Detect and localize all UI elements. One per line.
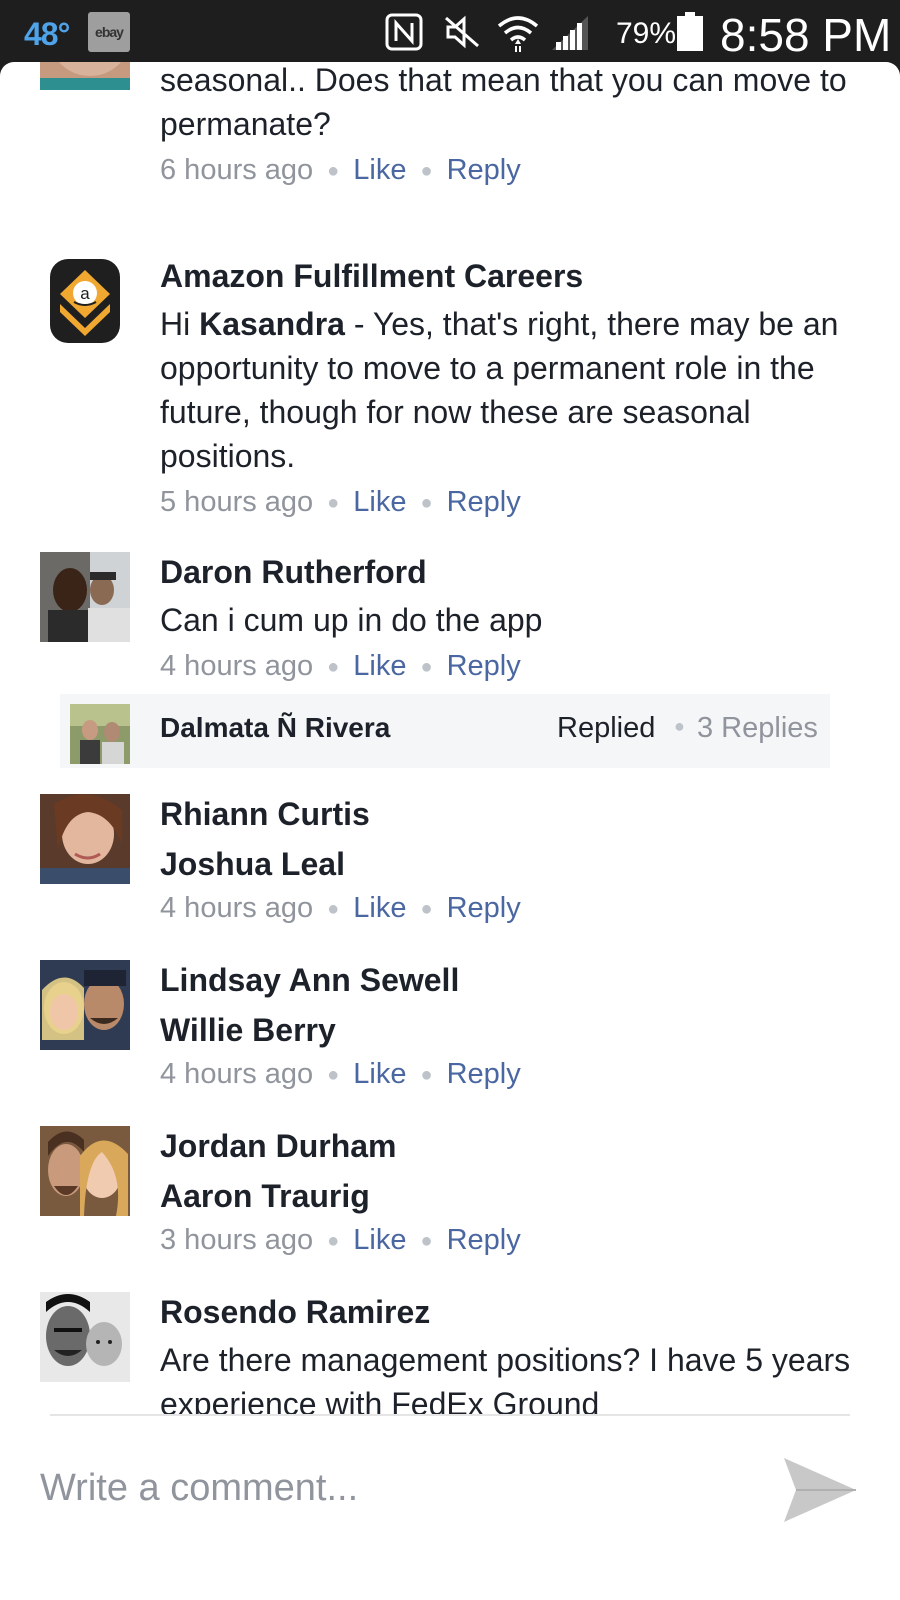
- battery-icon: [676, 12, 704, 52]
- separator-dot: ●: [327, 656, 340, 679]
- temperature-indicator: 48°: [24, 16, 70, 52]
- comment-meta: 6 hours ago ● Like ● Reply: [160, 150, 860, 191]
- comment-text: so all amazon is hiring for in the DFW a…: [160, 62, 847, 142]
- send-button[interactable]: [780, 1454, 860, 1526]
- mention-link[interactable]: Kasandra: [199, 306, 345, 342]
- comment-meta: 3 hours ago ● Like ● Reply: [160, 1220, 860, 1261]
- separator-dot: ●: [420, 656, 433, 679]
- mute-icon: [442, 12, 482, 57]
- like-button[interactable]: Like: [353, 486, 406, 518]
- commenter-name[interactable]: Jordan Durham: [160, 1126, 860, 1166]
- reply-button[interactable]: Reply: [447, 1058, 521, 1090]
- separator-dot: ●: [420, 1230, 433, 1253]
- like-button[interactable]: Like: [353, 650, 406, 682]
- reply-button[interactable]: Reply: [447, 154, 521, 186]
- commenter-avatar[interactable]: [40, 794, 130, 884]
- reply-button[interactable]: Reply: [447, 1224, 521, 1256]
- tagged-user-link[interactable]: Willie Berry: [160, 1010, 860, 1050]
- commenter-name[interactable]: Lindsay Ann Sewell: [160, 960, 860, 1000]
- replier-name: Dalmata Ñ Rivera: [160, 712, 391, 743]
- commenter-name[interactable]: Daron Rutherford: [160, 552, 860, 592]
- like-button[interactable]: Like: [353, 1058, 406, 1090]
- separator-dot: ●: [420, 1064, 433, 1087]
- comment-meta: 5 hours ago ● Like ● Reply: [160, 482, 860, 523]
- clock: 8:58 PM: [720, 9, 892, 61]
- commenter-avatar[interactable]: [40, 1126, 130, 1216]
- like-button[interactable]: Like: [353, 892, 406, 924]
- comment-meta: 4 hours ago ● Like ● Reply: [160, 888, 860, 929]
- separator-dot: ●: [327, 160, 340, 183]
- comment-timestamp: 4 hours ago: [160, 1058, 314, 1090]
- reply-button[interactable]: Reply: [447, 486, 521, 518]
- commenter-avatar[interactable]: [40, 960, 130, 1050]
- tagged-user-link[interactable]: Aaron Traurig: [160, 1176, 860, 1216]
- replied-label: Replied: [557, 712, 656, 744]
- comment-timestamp: 4 hours ago: [160, 650, 314, 682]
- comment-timestamp: 4 hours ago: [160, 892, 314, 924]
- comment-meta: 4 hours ago ● Like ● Reply: [160, 646, 860, 687]
- comment-timestamp: 5 hours ago: [160, 486, 314, 518]
- separator-dot: ●: [327, 898, 340, 921]
- commenter-name[interactable]: Amazon Fulfillment Careers: [160, 256, 860, 296]
- commenter-name[interactable]: Rosendo Ramirez: [160, 1292, 860, 1332]
- comment-meta: 4 hours ago ● Like ● Reply: [160, 1054, 860, 1095]
- wifi-icon: [496, 12, 540, 59]
- comment-composer: [0, 1416, 900, 1568]
- amazon-logo-avatar[interactable]: a: [40, 256, 130, 346]
- comments-list[interactable]: so all amazon is hiring for in the DFW a…: [0, 62, 900, 1446]
- nfc-icon: [384, 12, 424, 57]
- separator-dot: ●: [327, 1230, 340, 1253]
- comment-text: Are there management positions? I have 5…: [160, 1342, 851, 1422]
- like-button[interactable]: Like: [353, 154, 406, 186]
- battery-percent: 79%: [616, 17, 677, 50]
- svg-text:a: a: [80, 284, 90, 303]
- replies-count: 3 Replies: [697, 712, 818, 744]
- comment-timestamp: 6 hours ago: [160, 154, 314, 186]
- tagged-user-link[interactable]: Joshua Leal: [160, 844, 860, 884]
- commenter-name[interactable]: Rhiann Curtis: [160, 794, 860, 834]
- separator-dot: ●: [420, 898, 433, 921]
- reply-button[interactable]: Reply: [447, 650, 521, 682]
- comment-timestamp: 3 hours ago: [160, 1224, 314, 1256]
- commenter-avatar[interactable]: [40, 1292, 130, 1382]
- reply-button[interactable]: Reply: [447, 892, 521, 924]
- comments-sheet: so all amazon is hiring for in the DFW a…: [0, 62, 900, 1600]
- replier-avatar: [70, 704, 130, 764]
- signal-icon: [548, 12, 592, 57]
- like-button[interactable]: Like: [353, 1224, 406, 1256]
- commenter-avatar[interactable]: [40, 552, 130, 642]
- comment-text: Hi Kasandra - Yes, that's right, there m…: [160, 306, 839, 474]
- view-replies-bar[interactable]: Dalmata Ñ Rivera Replied ● 3 Replies: [60, 694, 830, 768]
- separator-dot: ●: [674, 716, 685, 736]
- send-icon: [784, 1458, 856, 1522]
- separator-dot: ●: [420, 160, 433, 183]
- comment-text: Can i cum up in do the app: [160, 602, 543, 638]
- commenter-avatar[interactable]: [40, 62, 130, 90]
- comment-input[interactable]: [40, 1458, 720, 1518]
- separator-dot: ●: [327, 492, 340, 515]
- separator-dot: ●: [327, 1064, 340, 1087]
- separator-dot: ●: [420, 492, 433, 515]
- ebay-notification-icon: ebay: [88, 12, 130, 52]
- status-bar: 48° ebay 79% 8:58 PM: [0, 0, 900, 64]
